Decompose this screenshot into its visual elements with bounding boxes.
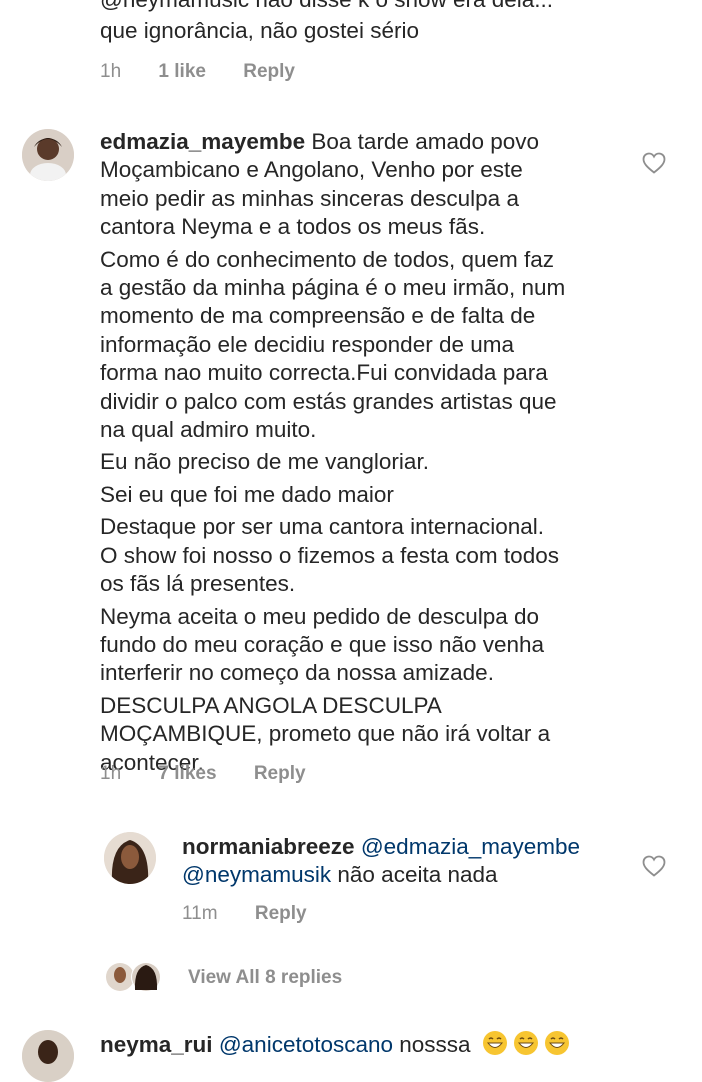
heart-icon[interactable] [642, 152, 666, 174]
reply-mention-1[interactable]: @edmazia_mayembe [361, 834, 580, 859]
main-comment-line: dividir o palco com estás grandes artist… [100, 388, 557, 414]
main-comment-line: cantora Neyma e a todos os meus fãs. [100, 214, 486, 240]
replies-avatars [106, 960, 166, 994]
main-comment-meta: 1h 7 likes Reply [100, 763, 338, 785]
main-comment-line: momento de ma compreensão e de falta de [100, 303, 536, 329]
top-comment-partial-line: @neymamusic não disse k o show era dela.… [100, 0, 553, 14]
main-comment-line: Sei eu que foi me dado maior [100, 481, 394, 507]
top-comment-time: 1h [100, 61, 122, 82]
main-comment-line: forma nao muito correcta.Fui convidada p… [100, 360, 548, 386]
reply-comment-reply-button[interactable]: Reply [255, 903, 307, 924]
main-comment-line-0: Boa tarde amado povo [311, 129, 540, 154]
reply-comment-text: não aceita nada [331, 862, 498, 888]
reply-comment-line-1: normaniabreeze @edmazia_mayembe [182, 833, 632, 861]
top-comment-meta: 1h 1 like Reply [100, 61, 327, 83]
main-comment-line: fundo do meu coração e que isso não venh… [100, 631, 545, 657]
top-comment-likes[interactable]: 1 like [158, 61, 206, 82]
reply-comment-body: normaniabreeze @edmazia_mayembe @neymamu… [182, 833, 632, 890]
top-comment-line2: que ignorância, não gostei sério [100, 18, 419, 43]
main-comment-time: 1h [100, 763, 122, 784]
reply-avatar-image [104, 832, 156, 884]
bottom-comment-line: neyma_rui @anicetotoscano nosssa [100, 1030, 570, 1059]
main-comment-reply-button[interactable]: Reply [254, 763, 306, 784]
bottom-comment-mention[interactable]: @anicetotoscano [219, 1032, 393, 1057]
grinning-emoji-icon [544, 1031, 569, 1055]
reply-mention-2[interactable]: @neymamusik [182, 862, 331, 887]
reply-comment-username[interactable]: normaniabreeze [182, 834, 355, 859]
main-comment-username[interactable]: edmazia_mayembe [100, 129, 305, 154]
reply-comment-line-2: @neymamusik não aceita nada [182, 861, 632, 889]
main-comment-line: DESCULPA ANGOLA DESCULPA [100, 692, 442, 718]
reply-comment-time: 11m [182, 903, 218, 924]
main-comment-likes[interactable]: 7 likes [158, 763, 216, 784]
heart-icon[interactable] [642, 855, 666, 877]
main-comment-line: Destaque por ser uma cantora internacion… [100, 514, 545, 540]
main-comment-line: O show foi nosso o fizemos a festa com t… [100, 542, 559, 568]
main-comment-line: os fãs lá presentes. [100, 571, 296, 597]
top-comment-reply-button[interactable]: Reply [243, 61, 295, 82]
bottom-comment-text: nosssa [393, 1032, 471, 1057]
main-comment-line: Eu não preciso de me vangloriar. [100, 449, 429, 475]
main-comment-line: na qual admiro muito. [100, 417, 317, 443]
grinning-emoji-icon [513, 1031, 538, 1055]
bottom-comment-username[interactable]: neyma_rui [100, 1032, 213, 1057]
bottom-avatar[interactable] [22, 1030, 74, 1082]
avatar[interactable] [22, 129, 74, 181]
main-comment-line: interferir no começo da nossa amizade. [100, 660, 494, 686]
main-comment-line: Como é do conhecimento de todos, quem fa… [100, 246, 555, 272]
main-comment-body: edmazia_mayembe Boa tarde amado povo Moç… [100, 128, 660, 777]
view-all-replies-link[interactable]: View All 8 replies [188, 967, 342, 989]
reply-comment-meta: 11m Reply [182, 903, 339, 925]
top-comment-text-partial: @neymamusic não disse k o show era dela.… [100, 0, 553, 12]
avatar-image [22, 129, 74, 181]
main-comment-line: a gestão da minha página é o meu irmão, … [100, 275, 566, 301]
grinning-emoji-icon [482, 1031, 507, 1055]
main-comment-line: edmazia_mayembe Boa tarde amado povo [100, 128, 660, 156]
reply-avatar[interactable] [104, 832, 156, 884]
stacked-avatars-icon [106, 962, 161, 992]
main-comment-line: meio pedir as minhas sinceras desculpa a [100, 185, 519, 211]
main-comment-line: Moçambicano e Angolano, Venho por este [100, 157, 523, 183]
main-comment-line: Neyma aceita o meu pedido de desculpa do [100, 603, 540, 629]
bottom-avatar-image [22, 1030, 74, 1082]
main-comment-line: informação ele decidiu responder de uma [100, 331, 514, 357]
main-comment-line: MOÇAMBIQUE, prometo que não irá voltar a [100, 721, 551, 747]
